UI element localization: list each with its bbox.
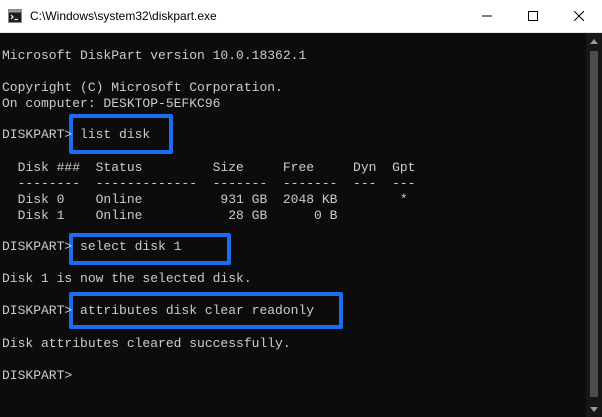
close-button[interactable] (556, 0, 602, 32)
console-output[interactable]: Microsoft DiskPart version 10.0.18362.1 … (0, 33, 586, 417)
chevron-down-icon (590, 406, 598, 412)
vertical-scrollbar[interactable] (586, 33, 602, 417)
maximize-icon (528, 11, 538, 21)
command-attributes-disk: DISKPART> attributes disk clear readonly (2, 303, 315, 318)
command-select-disk: DISKPART> select disk 1 (2, 239, 182, 254)
scrollbar-thumb[interactable] (590, 51, 598, 397)
disk-table-row: Disk 1 Online 28 GB 0 B (2, 208, 338, 223)
window-title: C:\Windows\system32\diskpart.exe (30, 9, 217, 23)
disk-table-divider: -------- ------------- ------- ------- -… (2, 176, 416, 191)
minimize-icon (482, 15, 492, 17)
console-icon (8, 9, 22, 23)
command-prompt[interactable]: DISKPART> (2, 368, 72, 384)
minimize-button[interactable] (464, 0, 510, 32)
maximize-button[interactable] (510, 0, 556, 32)
title-bar[interactable]: C:\Windows\system32\diskpart.exe (0, 0, 602, 33)
copyright-line: Copyright (C) Microsoft Corporation. (2, 80, 283, 95)
command-list-disk: DISKPART> list disk (2, 127, 151, 142)
console-window: C:\Windows\system32\diskpart.exe Microso… (0, 0, 602, 417)
disk-table-row: Disk 0 Online 931 GB 2048 KB * (2, 192, 408, 207)
select-result-line: Disk 1 is now the selected disk. (2, 271, 252, 286)
attributes-result-line: Disk attributes cleared successfully. (2, 336, 291, 351)
version-line: Microsoft DiskPart version 10.0.18362.1 (2, 48, 307, 63)
scroll-up-button[interactable] (586, 33, 602, 49)
computer-line: On computer: DESKTOP-5EFKC96 (2, 96, 221, 111)
scroll-down-button[interactable] (586, 401, 602, 417)
close-icon (574, 11, 584, 21)
disk-table-header: Disk ### Status Size Free Dyn Gpt (2, 160, 416, 175)
chevron-up-icon (590, 38, 598, 44)
